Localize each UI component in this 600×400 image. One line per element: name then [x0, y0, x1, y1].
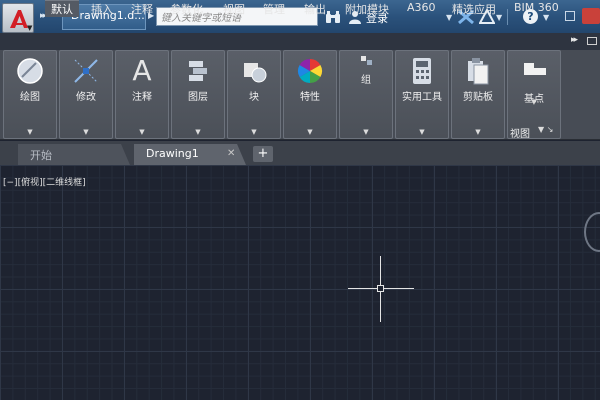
chevron-down-icon[interactable]: ▼: [284, 128, 336, 136]
tab-annotate[interactable]: 注释: [131, 1, 153, 17]
panel-label: 剪贴板: [463, 92, 493, 103]
a360-dropdown-icon[interactable]: ▼: [496, 13, 502, 22]
panel-layers[interactable]: 图层 ▼: [171, 50, 225, 139]
tab-parametric[interactable]: 参数化: [170, 1, 203, 17]
application-menu-button[interactable]: ▼: [2, 3, 34, 33]
panel-label: 组: [361, 75, 371, 86]
tab-start[interactable]: 开始: [18, 144, 130, 165]
tab-featured-apps[interactable]: 精选应用: [452, 1, 496, 17]
base-point-icon: [524, 63, 546, 75]
panel-label: 实用工具: [402, 92, 442, 103]
modify-icon: [74, 59, 98, 83]
chevron-down-icon[interactable]: ▼: [340, 128, 392, 136]
tab-bim360[interactable]: BIM 360: [514, 1, 559, 17]
panel-label: 修改: [76, 92, 96, 103]
pickbox-icon: [377, 285, 384, 292]
binoculars-icon[interactable]: [325, 10, 341, 24]
panel-annotation[interactable]: A 注释 ▼: [115, 50, 169, 139]
tab-view[interactable]: 视图: [223, 1, 245, 17]
panel-label: 图层: [188, 92, 208, 103]
chevron-down-icon[interactable]: ▼: [508, 98, 560, 106]
panel-group[interactable]: 组 ▼: [339, 50, 393, 139]
panel-modify[interactable]: 修改 ▼: [59, 50, 113, 139]
block-icon: [244, 63, 267, 83]
tab-addins[interactable]: 附加模块: [345, 1, 389, 17]
properties-icon: [297, 58, 323, 83]
close-icon[interactable]: ✕: [227, 148, 235, 159]
more-tabs-icon[interactable]: ▸▸: [571, 35, 578, 45]
viewport-controls[interactable]: [−][俯视][二维线框]: [3, 175, 86, 188]
tab-insert[interactable]: 插入: [91, 1, 113, 17]
calculator-icon: [413, 58, 431, 84]
annotation-icon: A: [132, 54, 152, 87]
chevron-down-icon[interactable]: ▼: [172, 128, 224, 136]
chevron-down-icon[interactable]: ▼: [452, 128, 504, 136]
draw-icon: [17, 58, 43, 84]
layers-icon: [189, 61, 207, 81]
panel-clipboard[interactable]: 剪贴板 ▼: [451, 50, 505, 139]
chevron-down-icon[interactable]: ▼: [4, 128, 56, 136]
panel-draw[interactable]: 绘图 ▼: [3, 50, 57, 139]
chevron-down-icon[interactable]: ▼: [228, 128, 280, 136]
view-panel-title[interactable]: 视图: [510, 125, 530, 140]
panel-block[interactable]: 块 ▼: [227, 50, 281, 139]
panel-label: 块: [249, 92, 259, 103]
chevron-down-icon: ▼: [27, 24, 33, 32]
panel-properties[interactable]: 特性 ▼: [283, 50, 337, 139]
clipboard-icon: [468, 58, 489, 85]
tab-a360[interactable]: A360: [407, 1, 436, 17]
tab-manage[interactable]: 管理: [263, 1, 285, 17]
chevron-down-icon[interactable]: ▼: [116, 128, 168, 136]
chevron-down-icon[interactable]: ▼: [396, 128, 448, 136]
new-drawing-button[interactable]: +: [253, 146, 273, 162]
panel-label: 注释: [132, 92, 152, 103]
panel-label: 绘图: [20, 92, 40, 103]
divider: [507, 9, 508, 25]
ribbon-tab-bar: [0, 33, 600, 50]
panel-options-icon[interactable]: ▼ ↘: [538, 125, 553, 134]
panel-label: 特性: [300, 92, 320, 103]
ribbon-minimize-icon[interactable]: [587, 37, 597, 45]
panel-utilities[interactable]: 实用工具 ▼: [395, 50, 449, 139]
window-restore-button[interactable]: [565, 11, 575, 21]
group-icon: [361, 56, 372, 65]
tab-output[interactable]: 输出: [304, 1, 326, 17]
window-close-button[interactable]: [582, 8, 600, 24]
chevron-down-icon[interactable]: ▼: [60, 128, 112, 136]
tab-default[interactable]: 默认: [45, 0, 79, 17]
drawing-canvas[interactable]: [0, 165, 600, 400]
